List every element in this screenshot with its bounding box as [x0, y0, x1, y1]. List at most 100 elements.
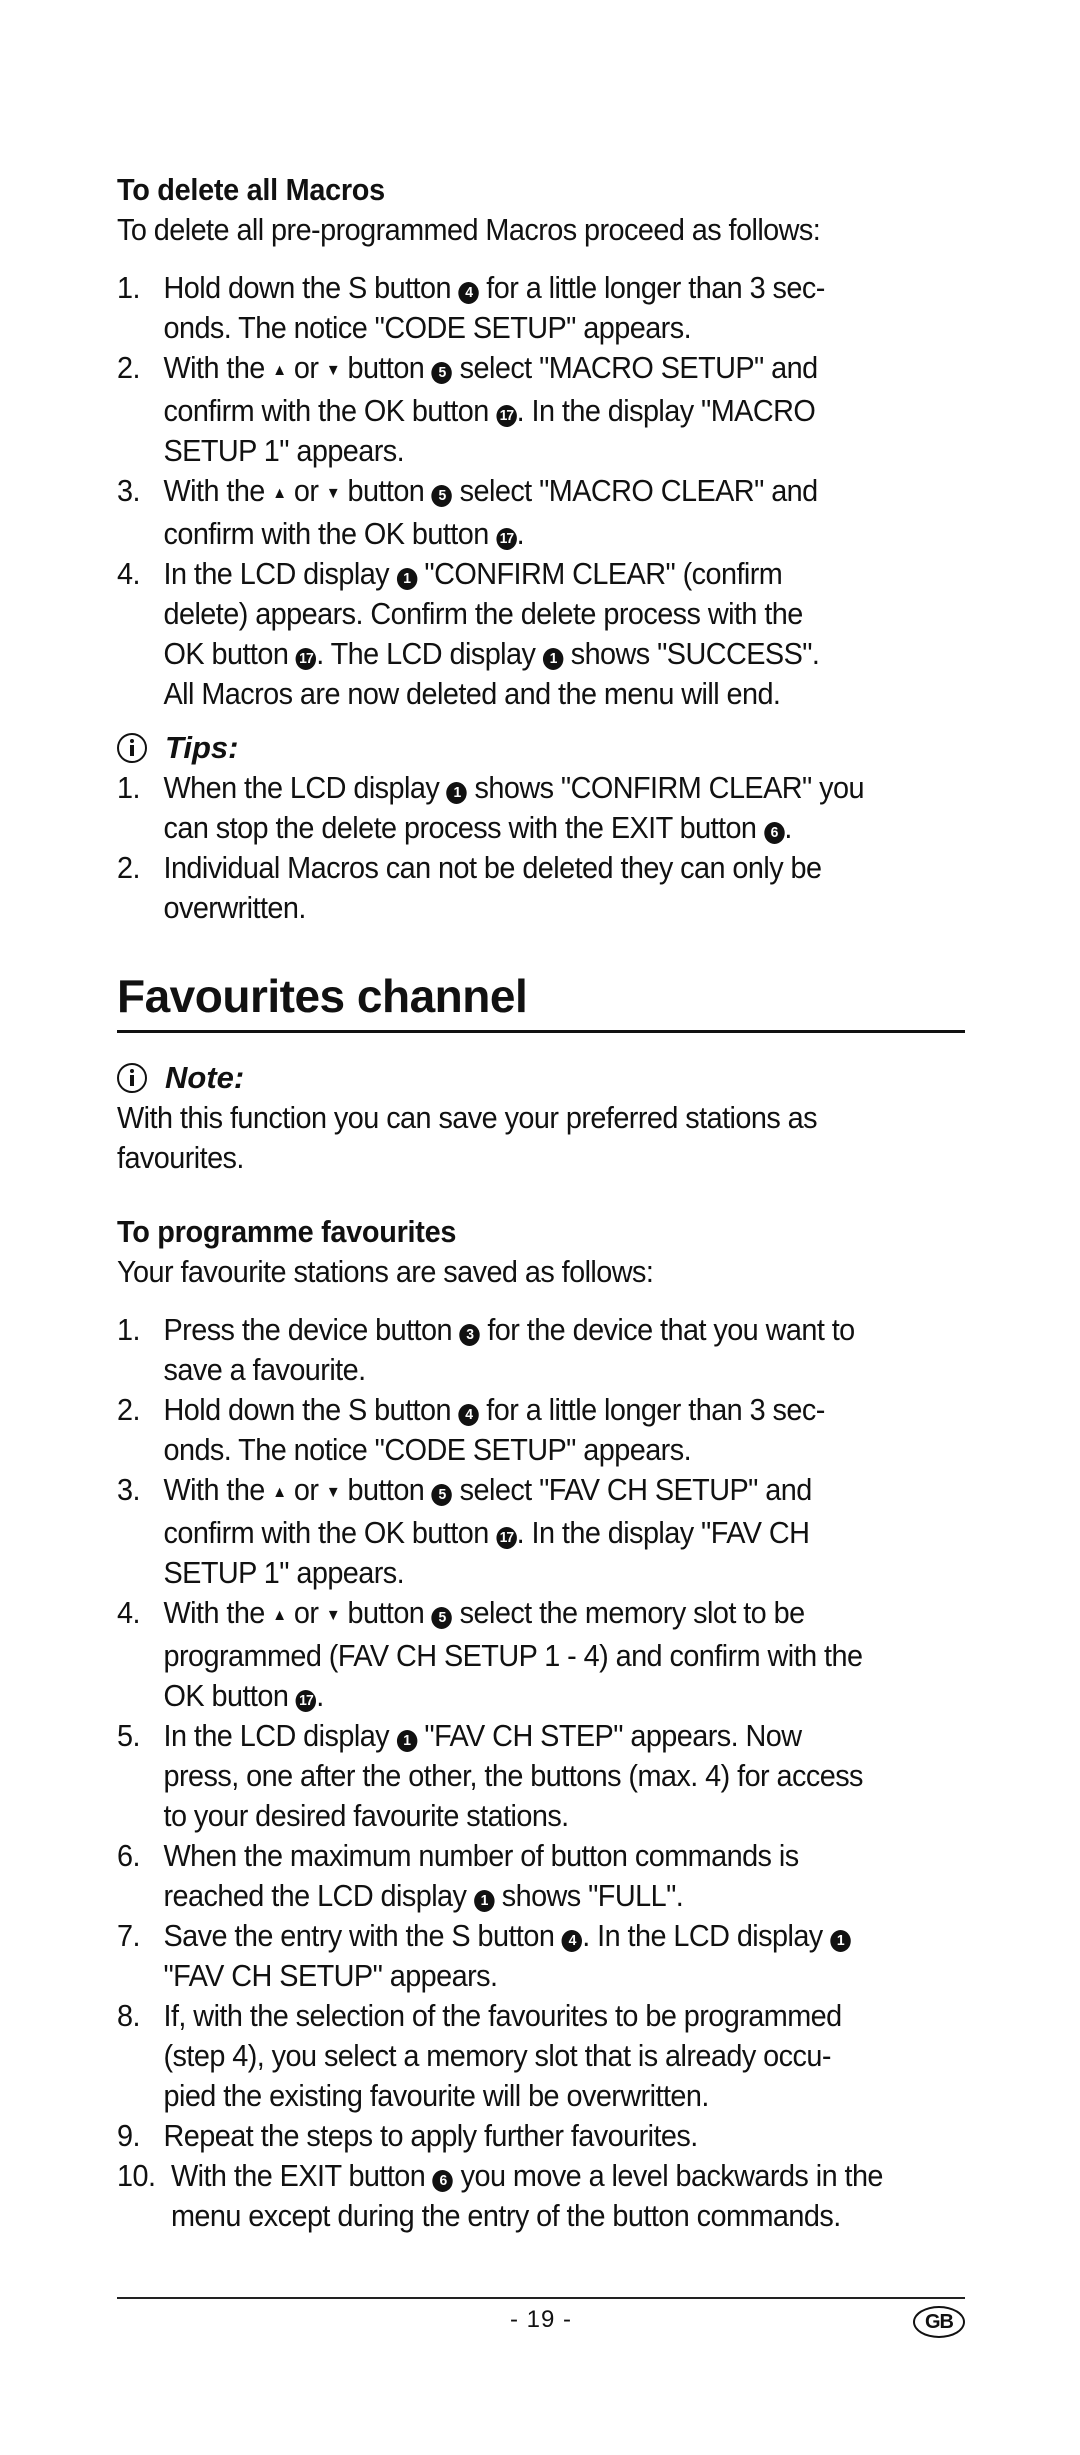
- step-line: Individual Macros can not be deleted the…: [163, 850, 823, 885]
- step-number: 2.: [117, 350, 140, 385]
- arrow-up-icon: ▲: [272, 1607, 287, 1624]
- button-ref-badge: 1: [473, 1890, 495, 1912]
- step-line: overwritten.: [163, 890, 307, 925]
- step-line: With the EXIT button 6 you move a level …: [170, 2158, 884, 2193]
- list-item: 1. Press the device button 3 for the devi…: [117, 1310, 965, 1390]
- step-line: With the ▲ or ▼ button 5 select "MACRO C…: [164, 471, 966, 514]
- note-label: Note:: [165, 1060, 245, 1095]
- delete-macros-heading: To delete all Macros: [117, 172, 385, 207]
- programme-favourites-heading: To programme favourites: [117, 1214, 457, 1249]
- page-number: - 19 -: [509, 2306, 572, 2333]
- section-title: Favourites channel: [117, 970, 528, 1022]
- step-number: 6.: [117, 1838, 140, 1873]
- arrow-down-icon: ▼: [325, 1607, 341, 1624]
- step-line: to your desired favourite stations.: [163, 1798, 570, 1833]
- step-line: In the LCD display 1 "CONFIRM CLEAR" (co…: [163, 556, 783, 591]
- list-item: 2. Hold down the S button 4 for a little …: [117, 1390, 965, 1470]
- step-line: press, one after the other, the buttons …: [163, 1758, 864, 1793]
- list-item: 9. Repeat the steps to apply further favo…: [117, 2116, 965, 2156]
- button-ref-badge: 1: [542, 648, 564, 670]
- section-rule: [117, 1030, 965, 1033]
- step-line: Press the device button 3 for the device…: [163, 1312, 856, 1347]
- step-line: With the ▲ or ▼ button 5 select the memo…: [164, 1593, 966, 1636]
- arrow-down-icon: ▼: [325, 1484, 341, 1501]
- step-line: onds. The notice "CODE SETUP" appears.: [163, 310, 692, 345]
- button-ref-badge: 4: [458, 1404, 479, 1426]
- list-item: 3. With the ▲ or ▼ button 5 select "MACRO…: [117, 471, 965, 554]
- list-item: 3. With the ▲ or ▼ button 5 select "FAV C…: [117, 1470, 965, 1593]
- step-line: With the ▲ or ▼ button 5 select "FAV CH …: [164, 1470, 966, 1513]
- list-item: 8. If, with the selection of the favourit…: [117, 1996, 965, 2116]
- list-item: 5. In the LCD display 1 "FAV CH STEP" app…: [117, 1716, 965, 1836]
- programme-favourites-intro: Your favourite stations are saved as fol…: [117, 1254, 654, 1289]
- step-number: 10.: [117, 2158, 156, 2193]
- button-ref-badge: 6: [432, 2170, 454, 2192]
- button-ref-badge: 1: [446, 782, 468, 804]
- step-number: 2.: [117, 1392, 140, 1427]
- button-ref-badge: 17: [496, 528, 517, 550]
- footer-rule: [117, 2297, 965, 2299]
- step-number: 2.: [117, 850, 140, 885]
- step-line: confirm with the OK button 17.: [163, 516, 525, 551]
- step-line: menu except during the entry of the butt…: [170, 2198, 841, 2233]
- arrow-up-icon: ▲: [272, 485, 287, 502]
- list-item: 4. With the ▲ or ▼ button 5 select the me…: [117, 1593, 965, 1716]
- step-line: Hold down the S button 4 for a little lo…: [163, 270, 826, 305]
- step-line: If, with the selection of the favourites…: [163, 1998, 843, 2033]
- list-item: 10. With the EXIT button 6 you move a lev…: [117, 2156, 965, 2236]
- step-number: 1.: [117, 1312, 140, 1347]
- step-line: In the LCD display 1 "FAV CH STEP" appea…: [163, 1718, 803, 1753]
- step-line: programmed (FAV CH SETUP 1 - 4) and conf…: [163, 1638, 863, 1673]
- tips-steps: 1. When the LCD display 1 shows "CONFIRM …: [117, 768, 965, 928]
- step-line: reached the LCD display 1 shows "FULL".: [163, 1878, 684, 1913]
- arrow-down-icon: ▼: [325, 485, 341, 502]
- step-line: save a favourite.: [163, 1352, 367, 1387]
- list-item: 6. When the maximum number of button comm…: [117, 1836, 965, 1916]
- note-text: With this function you can save your pre…: [117, 1098, 965, 1178]
- button-ref-badge: 1: [830, 1930, 851, 1952]
- arrow-up-icon: ▲: [272, 1484, 287, 1501]
- note-callout: Note:: [117, 1058, 244, 1098]
- note-line: favourites.: [117, 1140, 244, 1175]
- button-ref-badge: 4: [458, 282, 479, 304]
- button-ref-badge: 3: [459, 1324, 480, 1346]
- language-badge: GB: [913, 2306, 965, 2338]
- step-number: 5.: [117, 1718, 140, 1753]
- step-line: pied the existing favourite will be over…: [163, 2078, 710, 2113]
- step-line: confirm with the OK button 17. In the di…: [163, 1515, 810, 1550]
- step-number: 1.: [117, 270, 140, 305]
- list-item: 2. Individual Macros can not be deleted t…: [117, 848, 965, 928]
- step-number: 4.: [117, 556, 140, 591]
- arrow-up-icon: ▲: [272, 362, 287, 379]
- list-item: 2. With the ▲ or ▼ button 5 select "MACRO…: [117, 348, 965, 471]
- step-line: (step 4), you select a memory slot that …: [163, 2038, 832, 2073]
- step-line: delete) appears. Confirm the delete proc…: [163, 596, 804, 631]
- step-number: 9.: [117, 2118, 140, 2153]
- step-line: SETUP 1" appears.: [163, 1555, 405, 1590]
- tips-label: Tips:: [165, 730, 239, 765]
- button-ref-badge: 5: [431, 1607, 453, 1629]
- button-ref-badge: 17: [496, 405, 517, 427]
- tips-callout: Tips:: [117, 728, 239, 768]
- programme-favourites-steps: 1. Press the device button 3 for the devi…: [117, 1310, 965, 2236]
- step-number: 8.: [117, 1998, 140, 2033]
- list-item: 7. Save the entry with the S button 4. In…: [117, 1916, 965, 1996]
- step-line: OK button 17.: [163, 1678, 325, 1713]
- step-line: Save the entry with the S button 4. In t…: [164, 1916, 966, 1956]
- step-line: onds. The notice "CODE SETUP" appears.: [163, 1432, 692, 1467]
- arrow-down-icon: ▼: [325, 362, 341, 379]
- button-ref-badge: 5: [431, 1484, 453, 1506]
- step-line: All Macros are now deleted and the menu …: [163, 676, 781, 711]
- step-number: 3.: [117, 1472, 140, 1507]
- list-item: 1. Hold down the S button 4 for a little …: [117, 268, 965, 348]
- step-number: 7.: [117, 1918, 140, 1953]
- button-ref-badge: 17: [496, 1527, 517, 1549]
- step-number: 3.: [117, 473, 140, 508]
- button-ref-badge: 1: [396, 568, 417, 590]
- info-icon: [117, 733, 147, 763]
- button-ref-badge: 4: [561, 1930, 583, 1952]
- delete-macros-intro: To delete all pre-programmed Macros proc…: [117, 212, 821, 247]
- button-ref-badge: 17: [295, 1690, 317, 1712]
- step-line: Hold down the S button 4 for a little lo…: [163, 1392, 826, 1427]
- list-item: 1. When the LCD display 1 shows "CONFIRM …: [117, 768, 965, 848]
